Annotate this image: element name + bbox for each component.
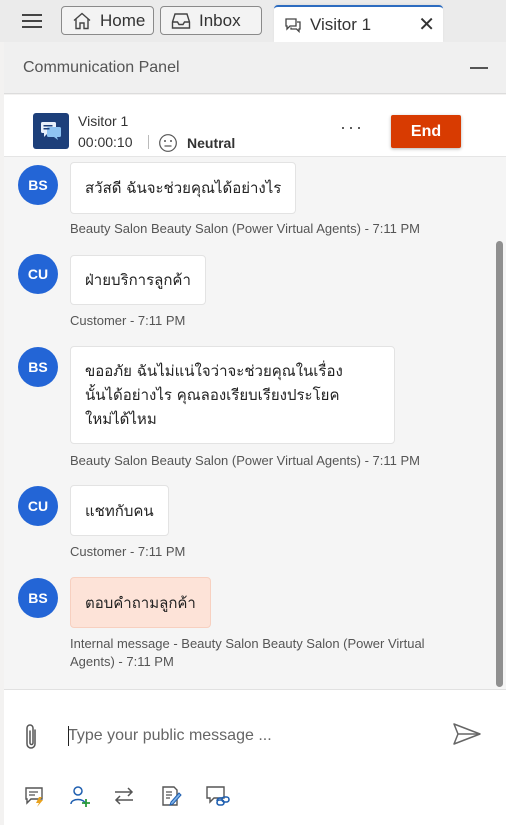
avatar: BS	[18, 578, 58, 618]
composer	[4, 689, 506, 825]
internal-message-bubble: ตอบคำถามลูกค้า	[70, 577, 211, 628]
session-timer: 00:00:10	[78, 134, 133, 150]
close-icon[interactable]: ✕	[418, 15, 435, 35]
message-meta: Beauty Salon Beauty Salon (Power Virtual…	[70, 221, 420, 236]
message-bubble: ฝ่ายบริการลูกค้า	[70, 255, 206, 305]
message-text: ฝ่ายบริการลูกค้า	[85, 271, 191, 289]
tab-inbox-label: Inbox	[199, 10, 241, 30]
visitor-name: Visitor 1	[78, 113, 129, 129]
send-icon[interactable]	[452, 722, 482, 746]
message-text: สวัสดี ฉันจะช่วยคุณได้อย่างไร	[85, 179, 282, 197]
transfer-icon[interactable]	[112, 784, 136, 808]
conversation-area[interactable]: BS สวัสดี ฉันจะช่วยคุณได้อย่างไร Beauty …	[4, 157, 506, 689]
message-meta-line: Agents) - 7:11 PM	[70, 654, 174, 669]
hamburger-icon[interactable]	[14, 8, 50, 34]
tab-home-label: Home	[100, 10, 146, 30]
notes-icon[interactable]	[159, 784, 183, 808]
avatar: BS	[18, 347, 58, 387]
chat-bubbles-icon	[33, 113, 69, 149]
message-bubble: สวัสดี ฉันจะช่วยคุณได้อย่างไร	[70, 162, 297, 214]
message-text-line: ใหม่ได้ไหม	[85, 410, 157, 428]
paperclip-icon[interactable]	[20, 722, 42, 752]
divider	[148, 135, 149, 149]
inbox-icon	[171, 12, 191, 29]
consult-icon[interactable]	[68, 784, 92, 808]
tab-bar: Home Inbox Visitor 1 ✕	[0, 0, 506, 42]
text-cursor	[68, 726, 69, 746]
message-meta: Customer - 7:11 PM	[70, 544, 186, 559]
message-meta: Internal message - Beauty Salon Beauty S…	[70, 635, 480, 671]
neutral-face-icon	[159, 134, 177, 152]
tab-inbox[interactable]: Inbox	[160, 6, 262, 35]
avatar: CU	[18, 254, 58, 294]
message-input[interactable]	[68, 722, 438, 750]
message-meta: Customer - 7:11 PM	[70, 313, 186, 328]
panel-header: Communication Panel	[4, 42, 506, 94]
home-icon	[73, 12, 91, 29]
session-bar: Visitor 1 00:00:10 Neutral ··· End	[4, 95, 506, 157]
more-options-button[interactable]: ···	[340, 117, 364, 138]
panel-title: Communication Panel	[23, 58, 180, 76]
message-text: แชทกับคน	[85, 501, 154, 520]
end-button[interactable]: End	[391, 115, 461, 148]
message-meta: Beauty Salon Beauty Salon (Power Virtual…	[70, 453, 420, 468]
message-text-line: นั้นได้อย่างไร คุณลองเรียบเรียงประโยค	[85, 386, 340, 404]
minimize-icon[interactable]	[470, 66, 488, 69]
avatar: CU	[18, 486, 58, 526]
chat-icon	[285, 17, 301, 33]
scrollbar-thumb[interactable]	[496, 241, 503, 687]
avatar: BS	[18, 165, 58, 205]
message-meta-line: Internal message - Beauty Salon Beauty S…	[70, 636, 425, 651]
tab-visitor-label: Visitor 1	[310, 14, 372, 34]
message-text: ตอบคำถามลูกค้า	[85, 593, 196, 612]
message-bubble: ขออภัย ฉันไม่แน่ใจว่าจะช่วยคุณในเรื่อง น…	[70, 346, 395, 444]
sentiment-label: Neutral	[187, 135, 236, 151]
quick-replies-icon[interactable]	[23, 784, 47, 808]
tab-home[interactable]: Home	[61, 6, 154, 35]
message-text-line: ขออภัย ฉันไม่แน่ใจว่าจะช่วยคุณในเรื่อง	[85, 362, 343, 380]
message-bubble: แชทกับคน	[70, 485, 169, 536]
tab-visitor[interactable]: Visitor 1 ✕	[274, 5, 443, 42]
link-record-icon[interactable]	[204, 784, 230, 808]
